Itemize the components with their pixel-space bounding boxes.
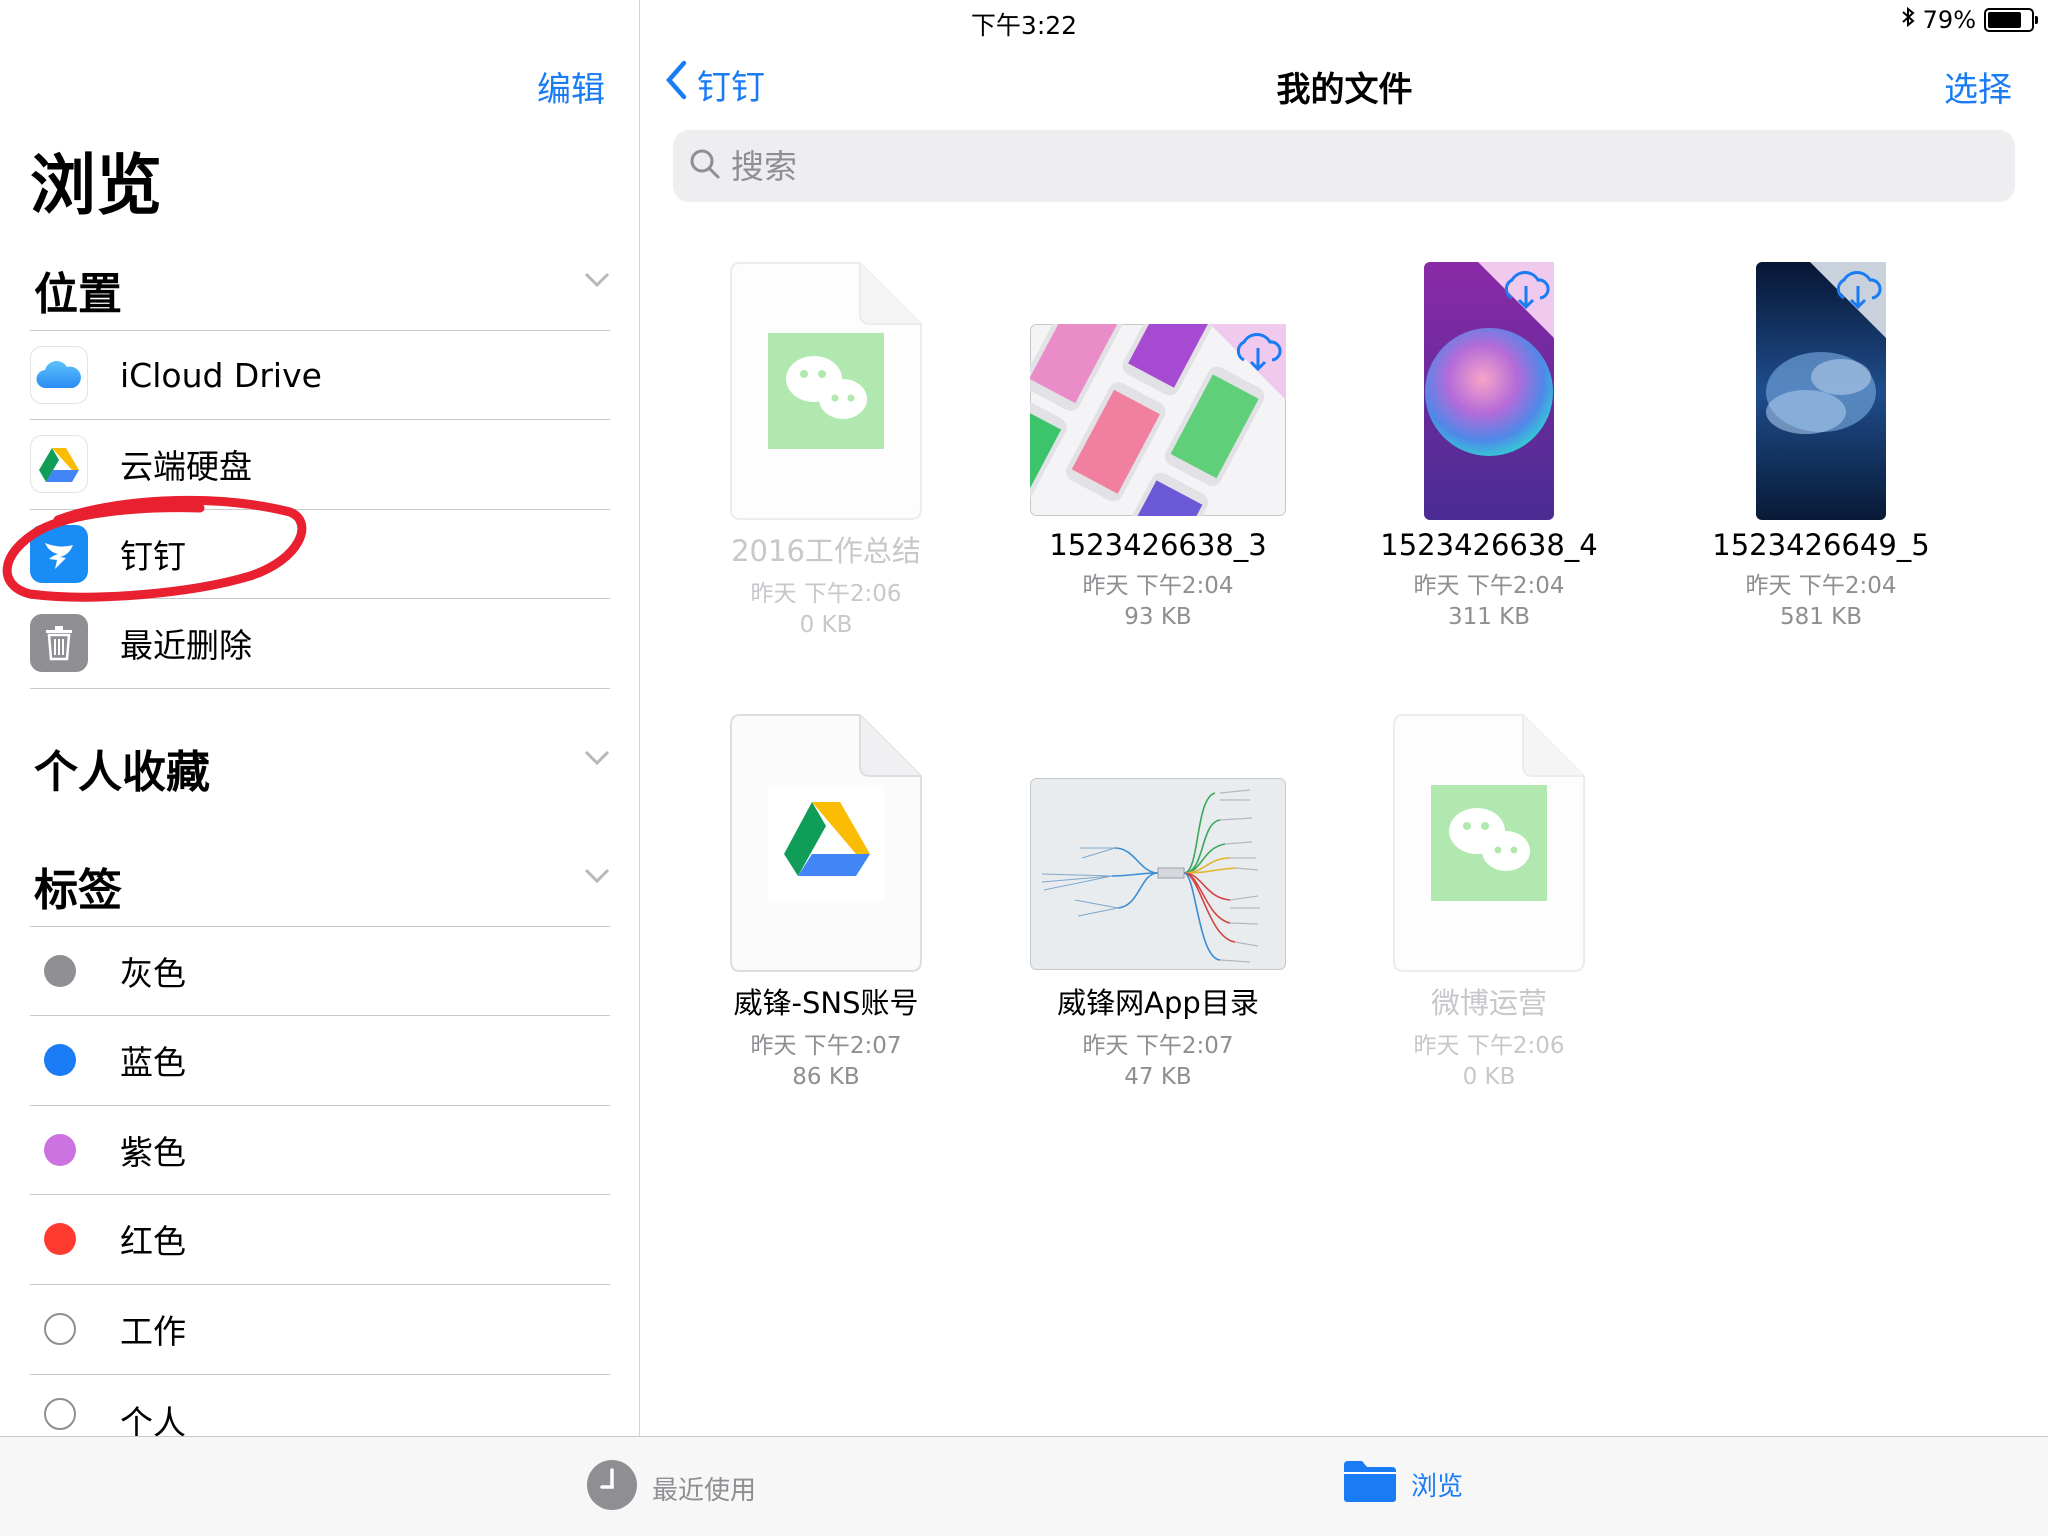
sidebar-item-label: iCloud Drive	[120, 355, 322, 395]
file-item[interactable]: 威锋网App目录 昨天 下午2:07 47 KB	[1018, 710, 1298, 1090]
file-date: 昨天 下午2:06	[1413, 1033, 1565, 1059]
folder-icon	[1343, 1459, 1397, 1510]
sidebar: 编辑 浏览 位置 iCloud Drive 云端硬盘 钉钉 最近删除 个人收藏 …	[0, 0, 640, 1436]
tab-label: 浏览	[1411, 1472, 1464, 1502]
sidebar-item-label: 云端硬盘	[120, 447, 252, 486]
tab-browse[interactable]: 浏览	[1343, 1459, 1463, 1510]
file-name: 1523426649_5	[1712, 528, 1930, 562]
tag-label: 灰色	[120, 954, 186, 993]
file-size: 47 KB	[1124, 1064, 1192, 1090]
file-item[interactable]: 微博运营 昨天 下午2:06 0 KB	[1349, 710, 1629, 1090]
file-date: 昨天 下午2:04	[1413, 573, 1565, 599]
icloud-icon	[30, 346, 88, 404]
trash-icon	[30, 614, 88, 672]
sidebar-item-google-drive[interactable]: 云端硬盘	[30, 419, 610, 509]
tab-label: 最近使用	[652, 1476, 757, 1506]
document-thumbnail	[1393, 714, 1585, 972]
file-date: 昨天 下午2:07	[1082, 1033, 1234, 1059]
sidebar-title: 浏览	[30, 147, 162, 224]
clock-icon	[586, 1459, 638, 1518]
file-date: 昨天 下午2:04	[1082, 573, 1234, 599]
file-date: 昨天 下午2:06	[750, 581, 902, 607]
file-date: 昨天 下午2:04	[1745, 573, 1897, 599]
tag-label: 个人	[120, 1403, 186, 1436]
google-drive-icon	[30, 435, 88, 493]
divider	[30, 688, 610, 689]
file-item[interactable]: 2016工作总结 昨天 下午2:06 0 KB	[686, 258, 966, 638]
file-size: 0 KB	[1462, 1064, 1516, 1090]
tag-color-dot	[44, 1313, 76, 1345]
tag-label: 紫色	[120, 1133, 186, 1172]
tab-recents[interactable]: 最近使用	[586, 1459, 756, 1518]
search-bar[interactable]	[673, 130, 2015, 202]
tab-bar: 最近使用 浏览	[0, 1436, 2048, 1536]
chevron-down-icon[interactable]	[584, 750, 610, 770]
favorites-section-header[interactable]: 个人收藏	[30, 728, 610, 798]
tag-label: 工作	[120, 1312, 186, 1351]
dingtalk-icon	[30, 525, 88, 583]
tag-item-gray[interactable]: 灰色	[30, 926, 610, 1016]
tag-item-purple[interactable]: 紫色	[30, 1105, 610, 1195]
locations-header: 位置	[34, 269, 122, 320]
image-thumbnail	[1756, 262, 1886, 520]
file-date: 昨天 下午2:07	[750, 1033, 902, 1059]
tags-header: 标签	[34, 865, 122, 916]
file-size: 581 KB	[1779, 604, 1863, 630]
tag-item-work[interactable]: 工作	[30, 1284, 610, 1374]
file-item[interactable]: 威锋-SNS账号 昨天 下午2:07 86 KB	[686, 710, 966, 1090]
tag-item-red[interactable]: 红色	[30, 1194, 610, 1284]
file-name: 威锋网App目录	[1057, 986, 1259, 1020]
file-name: 1523426638_4	[1380, 528, 1598, 562]
edit-button[interactable]: 编辑	[537, 62, 605, 111]
sidebar-item-label: 钉钉	[120, 537, 186, 576]
tag-label: 蓝色	[120, 1043, 186, 1082]
file-item[interactable]: 1523426638_4 昨天 下午2:04 311 KB	[1349, 258, 1629, 630]
main-content: 钉钉 我的文件 选择 2016工作总结 昨天 下午2:06 0 KB	[641, 0, 2048, 1436]
sidebar-item-icloud-drive[interactable]: iCloud Drive	[30, 330, 610, 420]
file-name: 1523426638_3	[1049, 528, 1267, 562]
image-thumbnail	[1030, 324, 1286, 516]
tag-label: 红色	[120, 1222, 186, 1261]
chevron-down-icon[interactable]	[584, 272, 610, 292]
sidebar-item-dingtalk[interactable]: 钉钉	[30, 509, 610, 599]
file-item[interactable]: 1523426649_5 昨天 下午2:04 581 KB	[1681, 258, 1961, 630]
document-thumbnail	[730, 262, 922, 520]
sidebar-item-label: 最近删除	[120, 626, 252, 665]
files-app: iPad 下午3:22 79% 编辑 浏览 位置 iCloud Drive	[0, 0, 2048, 1536]
document-thumbnail	[730, 714, 922, 972]
search-input[interactable]	[731, 146, 1931, 186]
tag-color-dot	[44, 955, 76, 987]
file-name: 微博运营	[1430, 986, 1547, 1020]
tag-item-blue[interactable]: 蓝色	[30, 1015, 610, 1105]
tag-color-dot	[44, 1044, 76, 1076]
tag-item-personal[interactable]: 个人	[30, 1374, 610, 1436]
search-icon	[689, 148, 721, 184]
file-size: 311 KB	[1447, 604, 1531, 630]
chevron-down-icon[interactable]	[584, 868, 610, 888]
page-title: 我的文件	[1276, 70, 1413, 110]
tag-color-dot	[44, 1223, 76, 1255]
image-thumbnail	[1424, 262, 1554, 520]
sidebar-item-recently-deleted[interactable]: 最近删除	[30, 598, 610, 688]
file-size: 86 KB	[792, 1064, 860, 1090]
tags-section-header[interactable]: 标签	[30, 846, 610, 916]
image-thumbnail	[1030, 778, 1286, 970]
file-size: 0 KB	[799, 612, 853, 638]
favorites-header: 个人收藏	[34, 747, 210, 798]
select-button[interactable]: 选择	[1944, 62, 2012, 111]
file-size: 93 KB	[1124, 604, 1192, 630]
file-name: 威锋-SNS账号	[733, 986, 919, 1020]
tag-color-dot	[44, 1398, 76, 1430]
locations-section-header[interactable]: 位置	[30, 250, 610, 320]
file-name: 2016工作总结	[731, 534, 921, 568]
tag-color-dot	[44, 1134, 76, 1166]
file-item[interactable]: 1523426638_3 昨天 下午2:04 93 KB	[1018, 258, 1298, 630]
